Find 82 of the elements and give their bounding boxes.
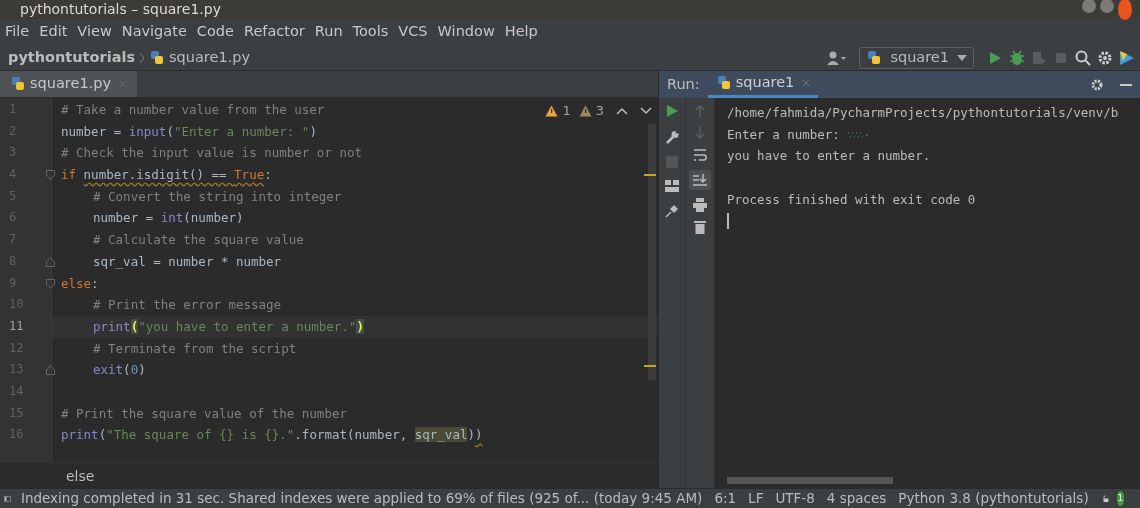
panel-title: Run: <box>666 74 701 94</box>
fold-icon[interactable] <box>46 170 55 181</box>
console-line: Enter a number: <box>727 126 841 142</box>
menu-item[interactable]: Code <box>191 21 239 43</box>
run-icon[interactable] <box>665 104 679 118</box>
scrollbar[interactable] <box>727 477 893 484</box>
inspection-count[interactable]: 3 <box>578 101 604 121</box>
code-line: number = int(number) <box>93 209 244 228</box>
warning-icon <box>578 104 592 117</box>
scrollbar[interactable] <box>648 124 656 380</box>
menu-item[interactable]: Tools <box>347 21 394 43</box>
status-item[interactable]: Python 3.8 (pythontutorials) <box>892 488 1095 508</box>
chevron-icon <box>139 50 146 65</box>
toolbox-icon[interactable] <box>1118 48 1136 67</box>
code-line: number = input("Enter a number: ") <box>61 123 317 139</box>
pin-icon[interactable] <box>665 204 679 218</box>
user-icon[interactable] <box>825 49 848 66</box>
menu-item[interactable]: Refactor <box>238 21 310 43</box>
text-cursor <box>727 213 729 230</box>
console-line: you have to enter a number. <box>727 148 931 164</box>
status-item[interactable]: LF <box>742 488 770 508</box>
code-line: # Take a number value from the user <box>61 102 325 117</box>
status-item[interactable]: 6:1 <box>708 488 743 508</box>
code-line: # Check the input value is number or not <box>61 145 363 161</box>
fold-icon[interactable] <box>46 278 55 289</box>
python-file-icon <box>149 49 166 66</box>
window-title: pythontutorials – square1.py <box>20 0 222 19</box>
python-icon <box>715 75 732 91</box>
breadcrumb-item[interactable]: pythontutorials <box>8 46 136 69</box>
code-line: sqr_val = number * number <box>93 252 282 271</box>
menu-item[interactable]: Help <box>499 21 543 43</box>
code-line: exit(0) <box>93 361 146 380</box>
status-item[interactable]: UTF-8 <box>769 488 821 508</box>
code-line: # Convert the string into integer <box>93 187 342 206</box>
code-line: # Terminate from the script <box>93 339 297 358</box>
menu-item[interactable]: Navigate <box>116 21 192 43</box>
menu-item[interactable]: View <box>72 21 117 43</box>
inspection-count[interactable]: 1 <box>545 101 571 121</box>
minimize-button[interactable] <box>1082 0 1096 13</box>
status-item[interactable]: 4 spaces <box>820 488 893 508</box>
trash-icon[interactable] <box>694 220 706 234</box>
notification-badge[interactable]: 1 <box>1116 491 1124 506</box>
menu-item[interactable]: File <box>0 21 35 43</box>
code-line: if number.isdigit() == True: <box>61 167 272 183</box>
breadcrumb-item[interactable]: square1.py <box>149 46 251 69</box>
console-line: /home/fahmida/PycharmProjects/pythontutorials/venv/b <box>727 105 1119 120</box>
bug-icon[interactable] <box>1008 48 1026 67</box>
print-icon[interactable] <box>693 198 707 212</box>
menu-item[interactable]: Edit <box>34 21 73 43</box>
code-line: print("you have to enter a number.") <box>93 317 364 336</box>
soft-wrap-icon[interactable] <box>693 148 707 162</box>
editor-tab[interactable]: square1.py <box>0 71 138 97</box>
code-line: # Calculate the square value <box>93 231 304 250</box>
fold-icon[interactable] <box>46 256 55 267</box>
python-icon <box>866 49 883 66</box>
run-configuration-dropdown[interactable]: square1 <box>859 46 974 69</box>
code-breadcrumb[interactable]: else <box>66 468 95 484</box>
typed-input-mark <box>847 131 870 140</box>
warning-marker <box>644 174 656 176</box>
scroll-to-end-icon[interactable] <box>689 170 711 190</box>
caret-icon <box>957 54 967 61</box>
line-number: 11 <box>8 317 25 335</box>
close-icon[interactable] <box>802 79 811 87</box>
maximize-button[interactable] <box>1100 0 1114 13</box>
wrench-icon[interactable] <box>665 130 679 144</box>
code-line: else: <box>61 275 99 291</box>
fold-icon[interactable] <box>46 365 55 376</box>
search-icon[interactable] <box>1074 48 1092 67</box>
code-line: # Print the square value of the number <box>61 405 347 421</box>
console-line: Process finished with exit code 0 <box>727 191 976 207</box>
close-button[interactable] <box>1118 0 1132 21</box>
settings-icon[interactable] <box>1090 77 1104 92</box>
code-line: print("The square of {} is {}.".format(number, sqr_val)) <box>61 427 483 443</box>
menu-item[interactable]: Window <box>432 21 500 43</box>
warning-marker <box>644 365 656 367</box>
layout-icon[interactable] <box>665 180 679 192</box>
status-message[interactable]: Indexing completed in 31 sec. Shared indexes were applied to 69% of files (925 of... (today 9:45 AM) <box>14 488 709 508</box>
menu-item[interactable]: VCS <box>393 21 433 43</box>
python-file-icon <box>10 76 26 92</box>
code-line: # Print the error message <box>93 296 282 315</box>
menu-item[interactable]: Run <box>309 21 348 43</box>
warning-icon <box>545 104 559 117</box>
